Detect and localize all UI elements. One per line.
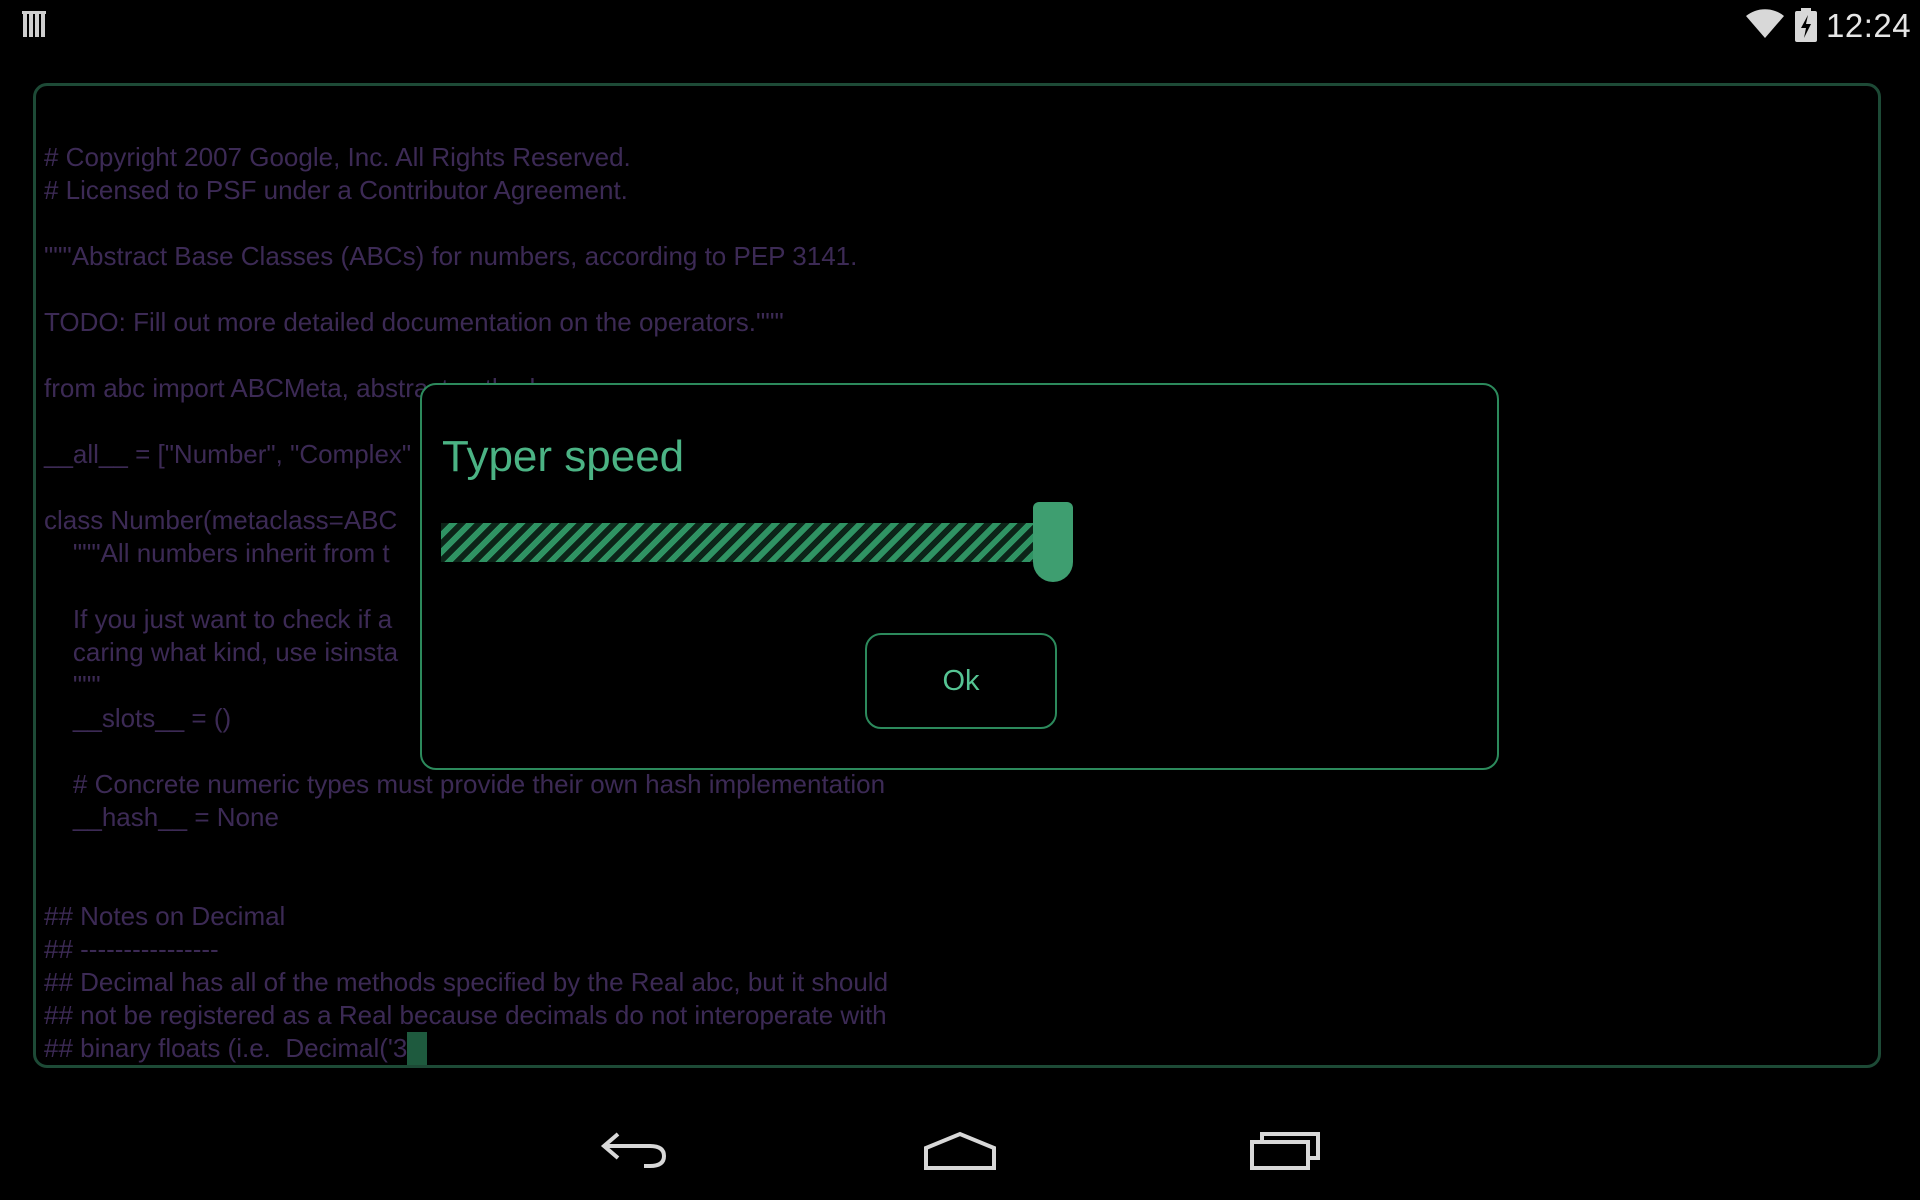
- slider-thumb[interactable]: [1033, 502, 1073, 582]
- home-icon: [924, 1131, 996, 1170]
- code-line: ## Notes on Decimal: [44, 901, 286, 931]
- wifi-icon: [1746, 9, 1784, 39]
- code-line: ## Decimal has all of the methods specif…: [44, 967, 889, 997]
- code-line: ## binary floats (i.e. Decimal('3: [44, 1032, 1870, 1065]
- recent-apps-icon: [1250, 1132, 1320, 1170]
- home-button[interactable]: [910, 1110, 1010, 1190]
- status-bar: 12:24: [0, 0, 1920, 50]
- code-line: # Licensed to PSF under a Contributor Ag…: [44, 175, 628, 205]
- code-line: # Concrete numeric types must provide th…: [44, 769, 886, 799]
- navigation-bar: [0, 1100, 1920, 1200]
- typer-speed-dialog: Typer speed Ok: [420, 383, 1499, 770]
- typer-speed-slider[interactable]: [441, 502, 1073, 582]
- code-line: TODO: Fill out more detailed documentati…: [44, 307, 784, 337]
- code-line: __hash__ = None: [44, 802, 279, 832]
- battery-charging-icon: [1795, 8, 1817, 42]
- code-line: """Abstract Base Classes (ABCs) for numb…: [44, 241, 858, 271]
- clock: 12:24: [1826, 7, 1912, 44]
- code-line: ## ----------------: [44, 934, 219, 964]
- code-line: ## not be registered as a Real because d…: [44, 1000, 887, 1030]
- dialog-title: Typer speed: [442, 432, 685, 481]
- ok-button[interactable]: Ok: [865, 633, 1057, 729]
- back-button[interactable]: [585, 1110, 685, 1190]
- recent-apps-button[interactable]: [1235, 1110, 1335, 1190]
- notification-icon[interactable]: [22, 11, 48, 39]
- back-icon: [600, 1132, 667, 1168]
- slider-track[interactable]: [441, 523, 1043, 562]
- text-cursor: [407, 1032, 428, 1065]
- code-line: # Copyright 2007 Google, Inc. All Rights…: [44, 142, 631, 172]
